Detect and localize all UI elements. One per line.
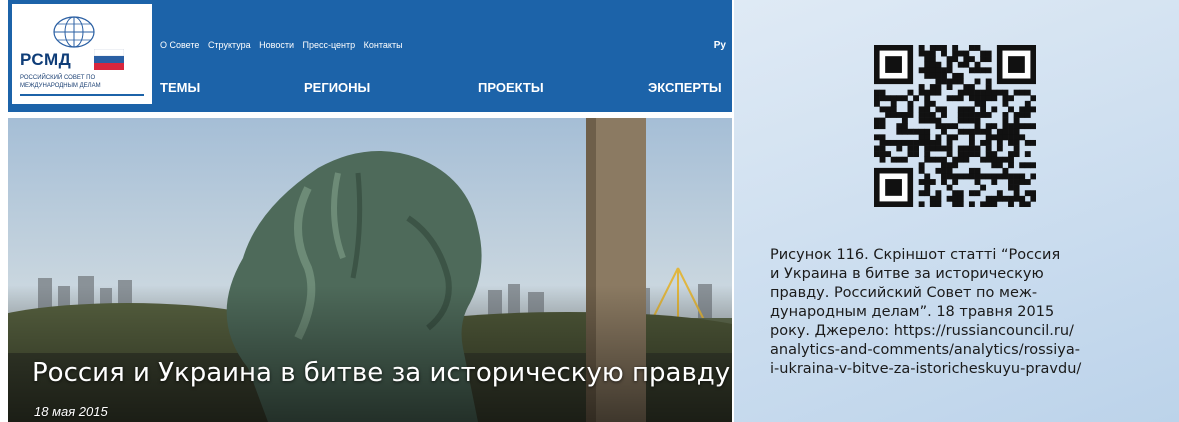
top-nav-contacts[interactable]: Контакты	[364, 40, 403, 50]
caption-panel: Рисунок 116. Скріншот статті “Россия и У…	[734, 0, 1179, 422]
article-title[interactable]: Россия и Украина в битве за историческую…	[32, 358, 730, 388]
logo-abbr: РСМД	[20, 50, 72, 69]
globe-icon	[53, 16, 95, 48]
site-logo[interactable]: РСМД РОССИЙСКИЙ СОВЕТ ПО МЕЖДУНАРОДНЫМ Д…	[12, 4, 152, 104]
caption-line: дународным делам”. 18 травня 2015	[770, 304, 1055, 320]
top-nav-about[interactable]: О Совете	[160, 40, 199, 50]
caption-line: Рисунок 116. Скріншот статті “Россия	[770, 247, 1061, 263]
caption-line: i-ukraina-v-bitve-za-istoricheskuyu-prav…	[770, 361, 1082, 377]
hero-banner[interactable]: Россия и Украина в битве за историческую…	[8, 118, 732, 422]
top-nav: О Совете Структура Новости Пресс-центр К…	[160, 40, 409, 50]
language-switch[interactable]: Ру	[714, 40, 726, 51]
flag-icon	[94, 49, 124, 70]
caption-line: и Украина в битве за историческую	[770, 266, 1044, 282]
caption-line: року. Джерело: https://russiancouncil.ru…	[770, 323, 1074, 339]
top-nav-structure[interactable]: Структура	[208, 40, 251, 50]
main-nav-projects[interactable]: ПРОЕКТЫ	[478, 80, 544, 95]
caption-line: analytics-and-comments/analytics/rossiya…	[770, 342, 1080, 358]
main-nav-topics[interactable]: ТЕМЫ	[160, 80, 200, 95]
article-date: 18 мая 2015	[34, 404, 108, 419]
main-nav-regions[interactable]: РЕГИОНЫ	[304, 80, 370, 95]
article-screenshot: РСМД РОССИЙСКИЙ СОВЕТ ПО МЕЖДУНАРОДНЫМ Д…	[8, 0, 732, 422]
main-nav-experts[interactable]: ЭКСПЕРТЫ	[648, 80, 722, 95]
site-header: РСМД РОССИЙСКИЙ СОВЕТ ПО МЕЖДУНАРОДНЫМ Д…	[8, 0, 732, 112]
caption-line: правду. Российский Совет по меж-	[770, 285, 1038, 301]
top-nav-news[interactable]: Новости	[259, 40, 294, 50]
figure-caption: Рисунок 116. Скріншот статті “Россия и У…	[770, 246, 1170, 379]
top-nav-press[interactable]: Пресс-центр	[303, 40, 356, 50]
logo-divider	[20, 94, 144, 96]
logo-subtitle-line1: РОССИЙСКИЙ СОВЕТ ПО	[20, 75, 96, 81]
logo-subtitle-line2: МЕЖДУНАРОДНЫМ ДЕЛАМ	[20, 83, 101, 89]
qr-code	[874, 45, 1036, 207]
